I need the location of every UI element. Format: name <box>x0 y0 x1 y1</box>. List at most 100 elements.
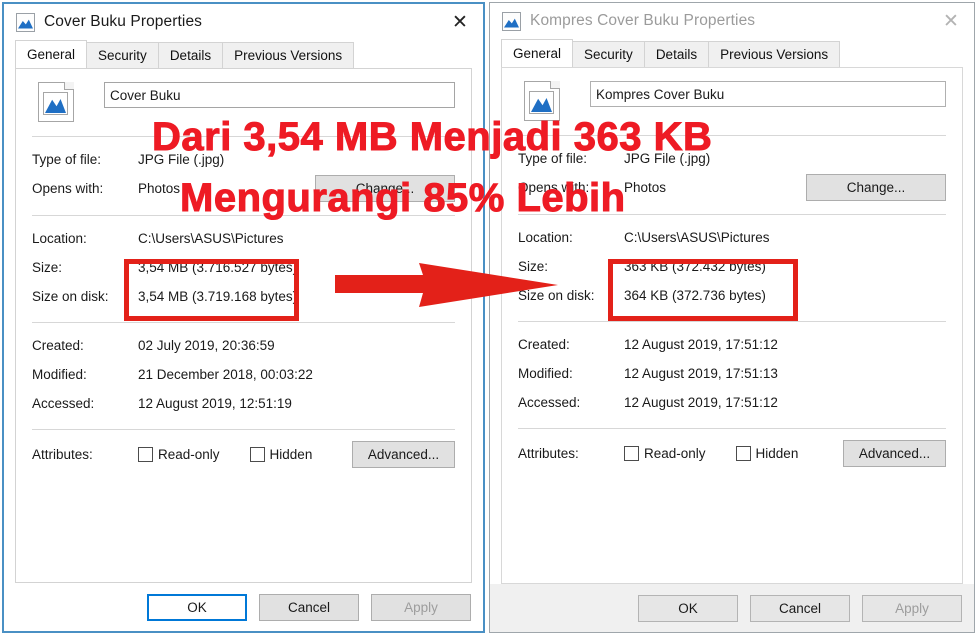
tab-general[interactable]: General <box>15 40 88 68</box>
image-file-icon-large <box>524 81 560 121</box>
file-name-row: Kompres Cover Buku <box>518 81 946 125</box>
row-opens-with: Opens with: Photos Change... <box>518 173 946 202</box>
label-opens-with: Opens with: <box>518 180 590 195</box>
value-location: C:\Users\ASUS\Pictures <box>624 230 770 245</box>
value-size-on-disk: 3,54 MB (3.719.168 bytes) <box>138 289 298 304</box>
checkbox-hidden[interactable]: Hidden <box>735 445 799 461</box>
change-button[interactable]: Change... <box>806 174 946 201</box>
row-accessed: Accessed: 12 August 2019, 17:51:12 <box>518 388 946 417</box>
advanced-button[interactable]: Advanced... <box>352 440 455 468</box>
value-created: 12 August 2019, 17:51:12 <box>624 337 778 352</box>
apply-button[interactable]: Apply <box>371 593 471 621</box>
row-accessed: Accessed: 12 August 2019, 12:51:19 <box>32 389 455 418</box>
file-name-row: Cover Buku <box>32 82 455 126</box>
value-type-of-file: JPG File (.jpg) <box>138 152 225 167</box>
checkbox-label-read-only: Read-only <box>158 446 220 462</box>
file-info-group-2: Location: C:\Users\ASUS\Pictures Size: 3… <box>518 215 946 310</box>
change-button[interactable]: Change... <box>315 175 455 202</box>
tab-previous-versions[interactable]: Previous Versions <box>222 42 355 68</box>
checkbox-icon-read-only[interactable] <box>624 445 639 461</box>
value-accessed: 12 August 2019, 17:51:12 <box>624 395 778 410</box>
row-attributes: Attributes: Read-only Hidden Advanced... <box>518 437 946 469</box>
file-info-group-1: Type of file: JPG File (.jpg) Opens with… <box>518 136 946 202</box>
value-accessed: 12 August 2019, 12:51:19 <box>138 396 292 411</box>
row-size: Size: 363 KB (372.432 bytes) <box>518 252 946 281</box>
close-icon[interactable]: ✕ <box>928 4 974 38</box>
row-type-of-file: Type of file: JPG File (.jpg) <box>518 144 946 173</box>
tab-security[interactable]: Security <box>572 41 645 67</box>
label-created: Created: <box>518 337 570 352</box>
attributes-group: Attributes: Read-only Hidden Advanced... <box>518 429 946 469</box>
tab-strip-right: General Security Details Previous Versio… <box>490 39 974 67</box>
advanced-button[interactable]: Advanced... <box>843 439 946 467</box>
row-size-on-disk: Size on disk: 364 KB (372.736 bytes) <box>518 281 946 310</box>
checkbox-label-hidden: Hidden <box>755 445 799 461</box>
attributes-group: Attributes: Read-only Hidden Advanced... <box>32 430 455 470</box>
row-created: Created: 02 July 2019, 20:36:59 <box>32 331 455 360</box>
image-file-icon <box>502 11 521 31</box>
label-location: Location: <box>32 231 87 246</box>
label-type-of-file: Type of file: <box>518 151 588 166</box>
label-modified: Modified: <box>32 367 87 382</box>
tab-general[interactable]: General <box>501 39 574 67</box>
checkbox-read-only[interactable]: Read-only <box>624 445 706 461</box>
label-size-on-disk: Size on disk: <box>32 289 109 304</box>
checkbox-hidden[interactable]: Hidden <box>249 446 313 462</box>
titlebar-right[interactable]: Kompres Cover Buku Properties ✕ <box>490 3 974 39</box>
file-name-input[interactable]: Kompres Cover Buku <box>590 81 946 107</box>
general-tab-panel-right: Kompres Cover Buku Type of file: JPG Fil… <box>501 67 963 584</box>
label-type-of-file: Type of file: <box>32 152 102 167</box>
window-title: Cover Buku Properties <box>44 13 203 30</box>
checkbox-icon-read-only[interactable] <box>138 446 153 462</box>
general-tab-panel-left: Cover Buku Type of file: JPG File (.jpg)… <box>15 68 472 583</box>
file-info-group-3: Created: 02 July 2019, 20:36:59 Modified… <box>32 323 455 418</box>
tab-security[interactable]: Security <box>86 42 159 68</box>
value-created: 02 July 2019, 20:36:59 <box>138 338 275 353</box>
checkbox-read-only[interactable]: Read-only <box>138 446 220 462</box>
footer-right: OK Cancel Apply <box>490 584 974 632</box>
cancel-button[interactable]: Cancel <box>259 593 359 621</box>
properties-window-cover-buku[interactable]: Cover Buku Properties ✕ General Security… <box>2 2 485 633</box>
checkbox-icon-hidden[interactable] <box>735 445 751 461</box>
checkbox-label-read-only: Read-only <box>644 445 706 461</box>
properties-window-kompres-cover-buku[interactable]: Kompres Cover Buku Properties ✕ General … <box>489 2 975 633</box>
label-attributes: Attributes: <box>32 446 93 462</box>
tab-details[interactable]: Details <box>157 42 224 68</box>
tab-details[interactable]: Details <box>643 41 710 67</box>
row-type-of-file: Type of file: JPG File (.jpg) <box>32 145 455 174</box>
label-location: Location: <box>518 230 573 245</box>
close-icon[interactable]: ✕ <box>437 5 483 39</box>
file-info-group-3: Created: 12 August 2019, 17:51:12 Modifi… <box>518 322 946 417</box>
footer-left: OK Cancel Apply <box>4 583 483 631</box>
value-size: 363 KB (372.432 bytes) <box>624 259 766 274</box>
ok-button[interactable]: OK <box>147 593 247 621</box>
label-created: Created: <box>32 338 84 353</box>
value-location: C:\Users\ASUS\Pictures <box>138 231 284 246</box>
row-size: Size: 3,54 MB (3.716.527 bytes) <box>32 253 455 282</box>
checkbox-label-hidden: Hidden <box>269 446 313 462</box>
row-modified: Modified: 12 August 2019, 17:51:13 <box>518 359 946 388</box>
row-attributes: Attributes: Read-only Hidden Advanced... <box>32 438 455 470</box>
tab-strip-left: General Security Details Previous Versio… <box>4 40 483 68</box>
value-size-on-disk: 364 KB (372.736 bytes) <box>624 288 766 303</box>
window-title: Kompres Cover Buku Properties <box>530 12 756 29</box>
cancel-button[interactable]: Cancel <box>750 594 850 622</box>
row-created: Created: 12 August 2019, 17:51:12 <box>518 330 946 359</box>
file-info-group-1: Type of file: JPG File (.jpg) Opens with… <box>32 137 455 203</box>
label-opens-with: Opens with: <box>32 181 104 196</box>
label-accessed: Accessed: <box>32 396 95 411</box>
label-size: Size: <box>32 260 63 275</box>
titlebar-left[interactable]: Cover Buku Properties ✕ <box>4 4 483 40</box>
screenshot-root: Cover Buku Properties ✕ General Security… <box>0 0 976 635</box>
file-info-group-2: Location: C:\Users\ASUS\Pictures Size: 3… <box>32 216 455 311</box>
ok-button[interactable]: OK <box>638 594 738 622</box>
apply-button[interactable]: Apply <box>862 594 962 622</box>
tab-previous-versions[interactable]: Previous Versions <box>708 41 841 67</box>
file-name-input[interactable]: Cover Buku <box>104 82 455 108</box>
row-opens-with: Opens with: Photos Change... <box>32 174 455 203</box>
label-size: Size: <box>518 259 549 274</box>
checkbox-icon-hidden[interactable] <box>249 446 265 462</box>
row-modified: Modified: 21 December 2018, 00:03:22 <box>32 360 455 389</box>
label-modified: Modified: <box>518 366 573 381</box>
row-location: Location: C:\Users\ASUS\Pictures <box>518 223 946 252</box>
